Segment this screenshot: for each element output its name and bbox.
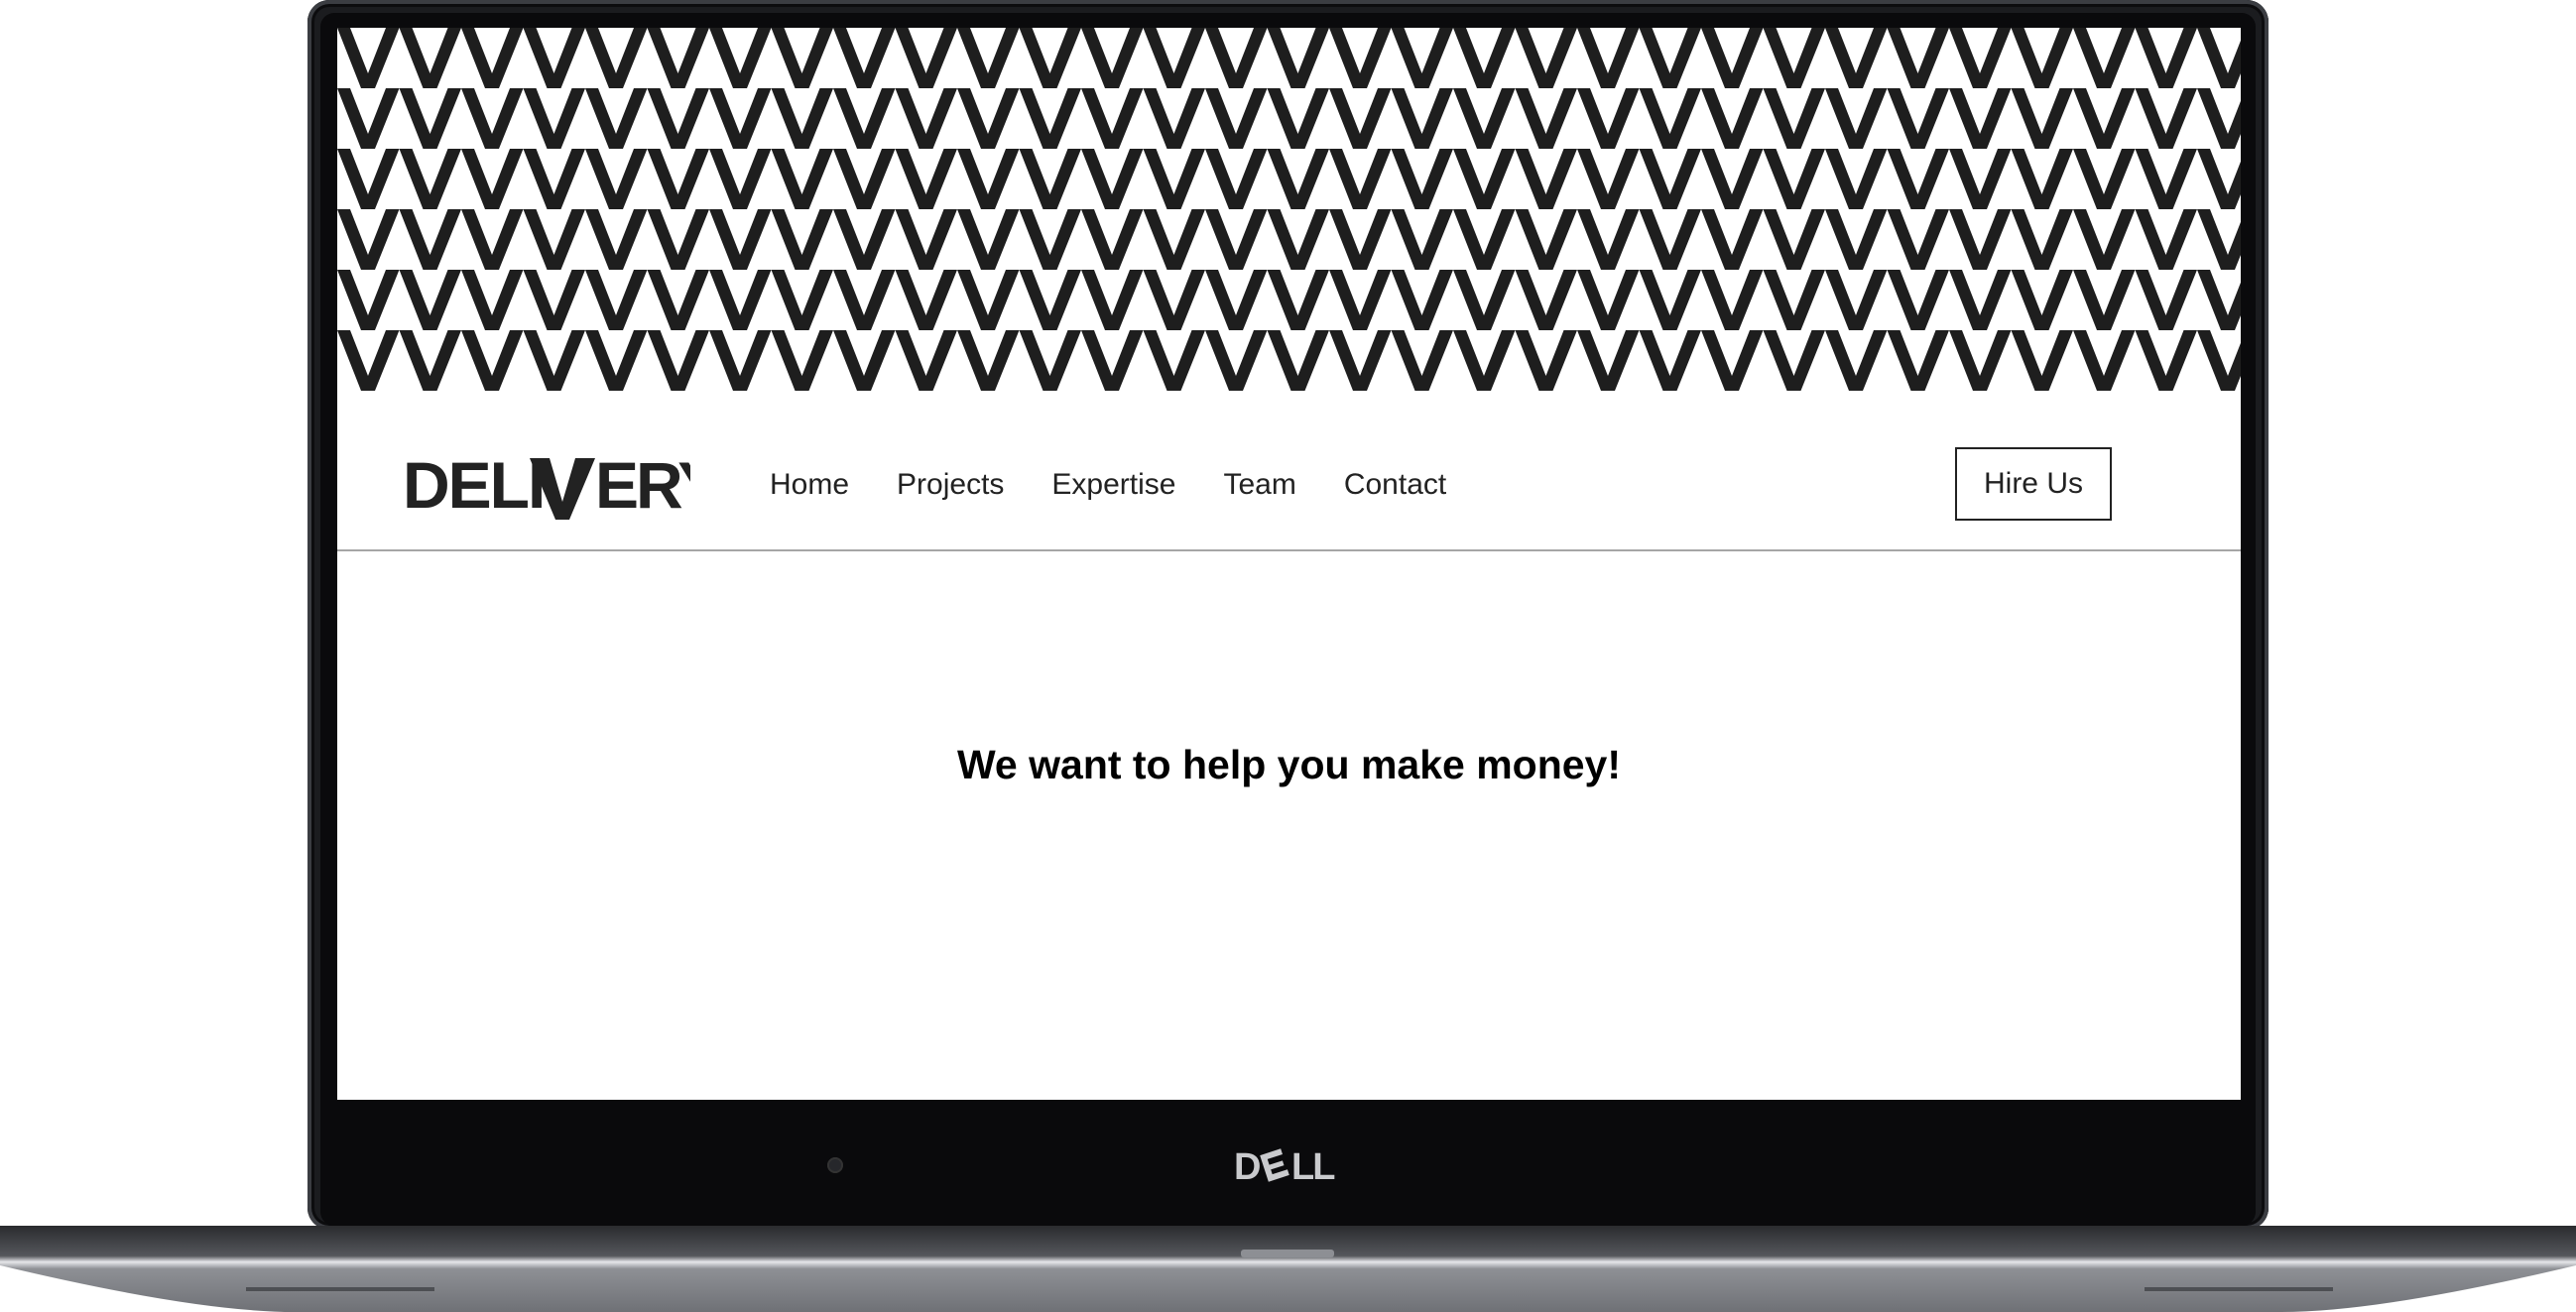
laptop-base [0, 1226, 2576, 1312]
svg-text:LL: LL [1291, 1147, 1335, 1183]
hinge-notch [1241, 1250, 1334, 1257]
nav-team[interactable]: Team [1223, 467, 1295, 503]
svg-text:ERY: ERY [595, 450, 690, 520]
hero-headline: We want to help you make money! [956, 742, 1622, 787]
laptop-screen: DELI ERY Home Projects Expertise Team Co… [337, 28, 2241, 1100]
delivery-logo[interactable]: DELI ERY [403, 450, 690, 520]
webcam-icon [827, 1157, 843, 1173]
main-nav: Home Projects Expertise Team Contact [770, 467, 1494, 503]
nav-expertise[interactable]: Expertise [1051, 467, 1175, 503]
svg-text:D: D [1234, 1147, 1260, 1183]
svg-text:DELI: DELI [403, 450, 544, 520]
nav-projects[interactable]: Projects [897, 467, 1004, 503]
site-header: DELI ERY Home Projects Expertise Team Co… [337, 391, 2241, 551]
hire-us-button[interactable]: Hire Us [1955, 447, 2112, 521]
chevron-pattern [337, 28, 2241, 391]
nav-home[interactable]: Home [770, 467, 849, 503]
nav-contact[interactable]: Contact [1344, 467, 1446, 503]
dell-logo: D LL [1234, 1147, 1337, 1183]
